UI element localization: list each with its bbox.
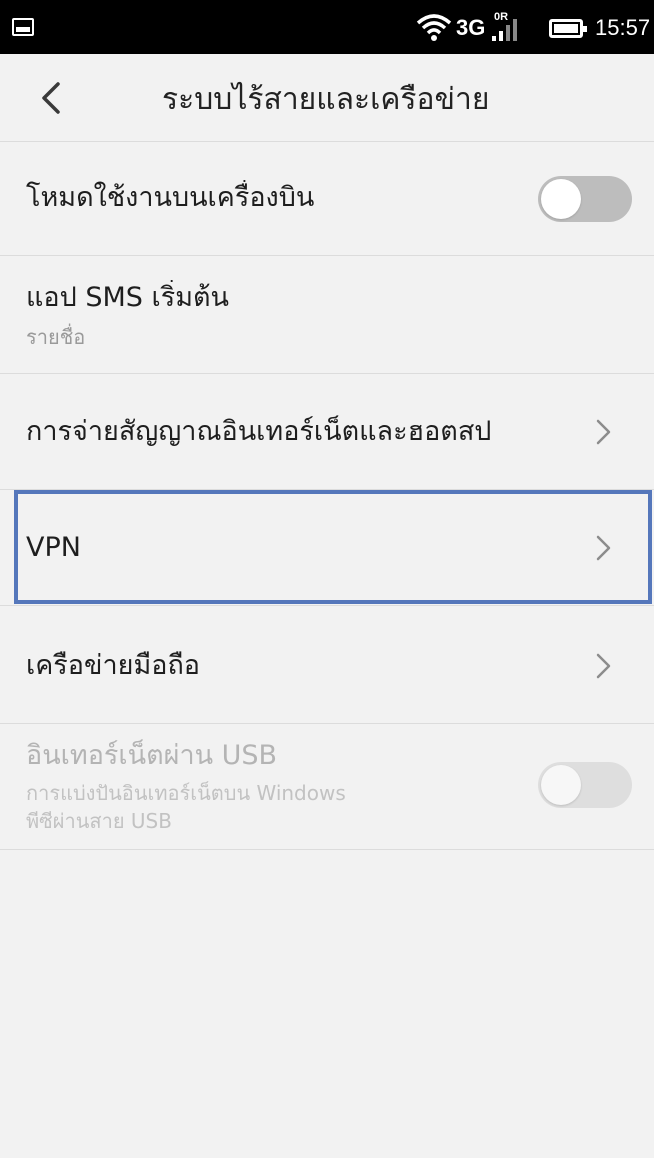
signal-badge: 0R xyxy=(494,11,508,23)
airplane-mode-toggle[interactable] xyxy=(538,176,632,222)
chevron-right-icon xyxy=(596,535,611,561)
wifi-icon xyxy=(416,14,452,41)
usb-tethering-label: อินเทอร์เน็ตผ่าน USB xyxy=(26,740,278,771)
chevron-left-icon[interactable] xyxy=(30,76,74,120)
airplane-mode-label: โหมดใช้งานบนเครื่องบิน xyxy=(26,182,315,213)
chevron-right-icon xyxy=(596,653,611,679)
chevron-right-icon xyxy=(596,419,611,445)
usb-tethering-row[interactable]: อินเทอร์เน็ตผ่าน USB การแบ่งปันอินเทอร์เ… xyxy=(0,724,654,850)
mobile-network-row[interactable]: เครือข่ายมือถือ xyxy=(0,606,654,724)
toggle-knob xyxy=(541,765,581,805)
tethering-hotspot-label: การจ่ายสัญญาณอินเทอร์เน็ตและฮอตสป xyxy=(26,416,492,447)
vpn-label: VPN xyxy=(26,532,81,563)
network-type: 3G xyxy=(456,15,486,40)
battery-icon xyxy=(549,19,587,38)
status-bar: 3G 0R 15:57 xyxy=(0,0,654,54)
default-sms-app-label: แอป SMS เริ่มต้น xyxy=(26,282,230,313)
usb-tethering-description-line2: พีซีผ่านสาย USB xyxy=(26,809,172,833)
gallery-notification-icon xyxy=(12,18,34,36)
status-time: 15:57 xyxy=(595,15,651,40)
toggle-knob xyxy=(541,179,581,219)
mobile-network-label: เครือข่ายมือถือ xyxy=(26,650,201,681)
tethering-hotspot-row[interactable]: การจ่ายสัญญาณอินเทอร์เน็ตและฮอตสป xyxy=(0,374,654,490)
signal-icon: 0R xyxy=(492,11,517,41)
vpn-row[interactable]: VPN xyxy=(0,490,654,606)
default-sms-app-row[interactable]: แอป SMS เริ่มต้น รายชื่อ xyxy=(0,256,654,374)
page-title: ระบบไร้สายและเครือข่าย xyxy=(162,82,490,117)
app-bar: ระบบไร้สายและเครือข่าย xyxy=(0,54,654,142)
usb-tethering-description-line1: การแบ่งปันอินเทอร์เน็ตบน Windows xyxy=(26,781,346,805)
airplane-mode-row[interactable]: โหมดใช้งานบนเครื่องบิน xyxy=(0,142,654,256)
usb-tethering-toggle[interactable] xyxy=(538,762,632,808)
default-sms-app-value: รายชื่อ xyxy=(26,325,86,349)
